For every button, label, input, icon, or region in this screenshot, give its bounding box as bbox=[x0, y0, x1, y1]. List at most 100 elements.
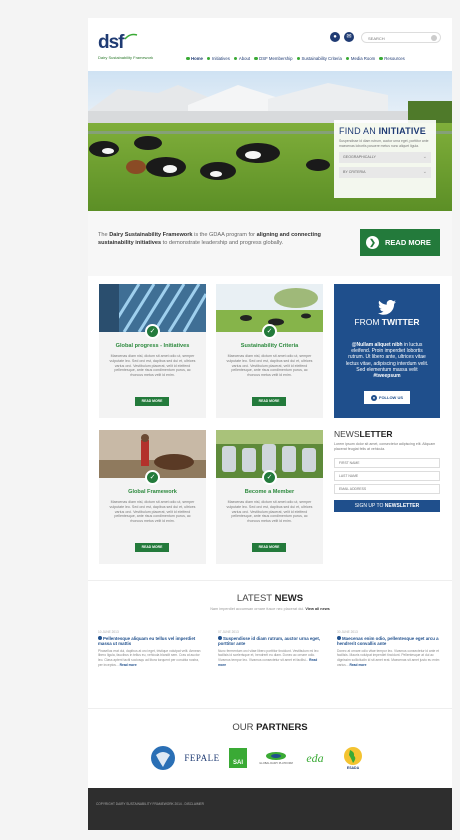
card-become-member[interactable]: ✓ Become a Member Maecenas diam nisl, di… bbox=[216, 430, 323, 564]
tweet-hashtag[interactable]: #tweepsum bbox=[373, 373, 400, 379]
divider bbox=[88, 708, 452, 709]
twitter-small-icon: ● bbox=[371, 394, 377, 401]
partner-name: SAI bbox=[232, 760, 243, 766]
news-item: 07 JUNE 2013 Suspendisse id diam rutrum,… bbox=[218, 630, 322, 667]
select-label: BY CRITERIA bbox=[343, 170, 366, 174]
card-read-more-button[interactable]: READ MORE bbox=[135, 397, 169, 406]
globe-logo-icon bbox=[151, 746, 175, 770]
news-headline[interactable]: Maecenas enim odio, pellentesque eget ar… bbox=[337, 636, 441, 647]
find-title-b: INITIATIVE bbox=[378, 126, 426, 136]
bullet-icon bbox=[345, 56, 350, 61]
bullet-icon bbox=[254, 56, 258, 61]
site-logo[interactable]: dsf bbox=[98, 32, 124, 54]
card-title: Become a Member bbox=[244, 489, 295, 495]
button-label: READ MORE bbox=[385, 238, 431, 247]
bullet-icon bbox=[337, 636, 341, 640]
news-item: 30 JUNE 2013 Maecenas enim odio, pellent… bbox=[337, 630, 441, 667]
card-text: Maecenas diam nisl, dictum sit amet odio… bbox=[109, 500, 196, 524]
bullet-icon bbox=[186, 56, 190, 61]
card-title: Global progress - Initiatives bbox=[115, 343, 190, 349]
partner-logo-fepale[interactable]: FEPALE bbox=[182, 743, 222, 773]
nav-item-initiatives[interactable]: Initiatives bbox=[206, 56, 230, 61]
partner-logo-gdp[interactable]: GLOBAL DAIRY PLATFORM bbox=[256, 743, 296, 773]
partner-logo-eda[interactable]: eda bbox=[300, 743, 330, 773]
news-date: 07 JUNE 2013 bbox=[218, 630, 239, 634]
checkmark-icon: ✓ bbox=[262, 324, 277, 339]
criteria-select[interactable]: BY CRITERIA ⌄ bbox=[339, 167, 431, 178]
newsletter-signup-button[interactable]: SIGN UP TO NEWSLETTER bbox=[334, 499, 440, 512]
nav-item-about[interactable]: About bbox=[233, 56, 251, 61]
bullet-icon bbox=[98, 636, 102, 640]
chevron-down-icon: ⌄ bbox=[422, 154, 427, 160]
card-read-more-button[interactable]: READ MORE bbox=[135, 543, 169, 552]
intro-text: The Dairy Sustainability Framework is th… bbox=[98, 232, 321, 246]
card-read-more-button[interactable]: READ MORE bbox=[252, 397, 286, 406]
follow-us-button[interactable]: ● FOLLOW US bbox=[364, 391, 410, 404]
news-read-more-link[interactable]: Read more bbox=[120, 663, 137, 667]
nav-item-membership[interactable]: DSF Membership bbox=[254, 56, 293, 61]
partner-logo-esada[interactable]: ESADA bbox=[338, 743, 368, 773]
card-global-framework[interactable]: ✓ Global Framework Maecenas diam nisl, d… bbox=[99, 430, 206, 564]
main-nav: Home Initiatives About DSF Membership Su… bbox=[186, 56, 405, 61]
nav-item-home[interactable]: Home bbox=[186, 56, 203, 61]
find-title: FIND AN INITIATIVE bbox=[339, 126, 431, 136]
nav-label: Sustainability Criteria bbox=[301, 56, 342, 61]
partner-name: FEPALE bbox=[184, 753, 220, 763]
partner-name: ESADA bbox=[346, 766, 360, 770]
email-field[interactable] bbox=[334, 483, 440, 494]
news-body: Donec at ornare odio vitae tempor leo. V… bbox=[337, 648, 440, 667]
newsletter-panel: NEWSLETTER Lorem ipsum dolor sit amet, c… bbox=[334, 429, 440, 564]
news-subtitle: Nam imperdiet accumsan ornare fusce nec … bbox=[210, 607, 330, 611]
select-label: GEOGRAPHICALLY bbox=[343, 155, 376, 159]
find-initiative-panel: FIND AN INITIATIVE Suspendisse id diam r… bbox=[334, 120, 436, 198]
checkmark-icon: ✓ bbox=[145, 470, 160, 485]
partners-title: OUR PARTNERS bbox=[232, 722, 308, 733]
geographically-select[interactable]: GEOGRAPHICALLY ⌄ bbox=[339, 152, 431, 163]
card-sustainability-criteria[interactable]: ✓ Sustainability Criteria Maecenas diam … bbox=[216, 284, 323, 418]
search-input[interactable] bbox=[368, 34, 428, 42]
tweet-text: @Nullam aliquet nibh in luctus eleifend.… bbox=[345, 342, 429, 380]
checkmark-icon: ✓ bbox=[262, 470, 277, 485]
card-read-more-button[interactable]: READ MORE bbox=[252, 543, 286, 552]
tweet-handle[interactable]: @Nullam aliquet nibh bbox=[352, 342, 403, 348]
first-name-field[interactable] bbox=[334, 457, 440, 468]
news-title: LATEST NEWS bbox=[236, 593, 304, 604]
card-text: Maecenas diam nisl, dictum sit amet odio… bbox=[226, 354, 313, 378]
newsletter-title: NEWSLETTER bbox=[334, 429, 393, 439]
find-description: Suspendisse id diam rutrum, auctor urna … bbox=[339, 139, 429, 148]
button-label: FOLLOW US bbox=[379, 395, 403, 400]
chevron-right-icon: ❯ bbox=[366, 236, 379, 249]
partner-logo-globe[interactable] bbox=[148, 743, 178, 773]
nav-item-resources[interactable]: Resources bbox=[379, 56, 405, 61]
footer-copyright: COPYRIGHT DAIRY SUSTAINABILITY FRAMEWORK… bbox=[96, 802, 204, 806]
news-read-more-link[interactable]: Read more bbox=[349, 663, 366, 667]
last-name-field[interactable] bbox=[334, 470, 440, 481]
view-all-news-link[interactable]: View all news bbox=[305, 607, 329, 611]
partner-logo-sai[interactable]: SAI bbox=[228, 743, 248, 773]
site-header: dsf Dairy Sustainability Framework ● ✉ H… bbox=[88, 18, 452, 70]
twitter-panel: FROM TWITTER @Nullam aliquet nibh in luc… bbox=[334, 284, 440, 418]
nav-label: DSF Membership bbox=[259, 56, 293, 61]
gdp-logo-icon bbox=[266, 752, 286, 760]
find-title-a: FIND AN bbox=[339, 126, 379, 136]
card-title: Sustainability Criteria bbox=[240, 343, 299, 349]
newsletter-description: Lorem ipsum dolor sit amet, consectetur … bbox=[334, 442, 436, 451]
news-headline[interactable]: Suspendisse id diam rutrum, auctor urna … bbox=[218, 636, 322, 647]
nav-item-criteria[interactable]: Sustainability Criteria bbox=[296, 56, 342, 61]
news-date: 10 JUNE 2013 bbox=[98, 630, 119, 634]
bullet-icon bbox=[379, 56, 383, 61]
nav-label: About bbox=[238, 56, 251, 61]
search-clear-icon[interactable] bbox=[431, 35, 437, 41]
mail-icon[interactable]: ✉ bbox=[344, 32, 354, 42]
site-footer: COPYRIGHT DAIRY SUSTAINABILITY FRAMEWORK… bbox=[88, 788, 452, 830]
intro-read-more-button[interactable]: ❯ READ MORE bbox=[360, 229, 440, 256]
nav-label: Media Room bbox=[350, 56, 376, 61]
news-headline[interactable]: Pellentesque aliquam eu tellus vel imper… bbox=[98, 636, 202, 647]
page: dsf Dairy Sustainability Framework ● ✉ H… bbox=[88, 18, 452, 830]
lock-icon[interactable]: ● bbox=[330, 32, 340, 42]
sai-logo-mark: SAI bbox=[229, 748, 247, 768]
bullet-icon bbox=[206, 56, 211, 61]
card-title: Global Framework bbox=[128, 489, 177, 495]
nav-item-media-room[interactable]: Media Room bbox=[345, 56, 376, 61]
card-global-progress[interactable]: ✓ Global progress - Initiatives Maecenas… bbox=[99, 284, 206, 418]
